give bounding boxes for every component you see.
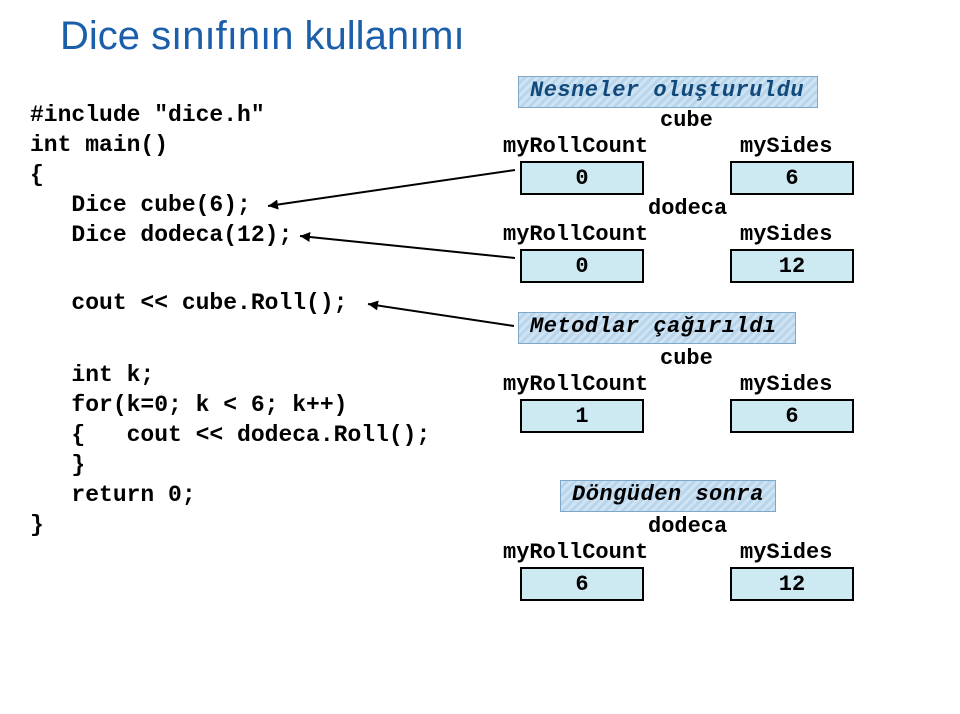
code-line-4: Dice cube(6);: [30, 192, 251, 218]
code-line-9: { cout << dodeca.Roll();: [30, 422, 430, 448]
code-line-3: {: [30, 162, 44, 188]
code-line-8: for(k=0; k < 6; k++): [30, 392, 347, 418]
dodeca1-rc-label: myRollCount: [503, 222, 648, 247]
cube2-rc-value: 1: [520, 399, 644, 433]
cube2-sd-value: 6: [730, 399, 854, 433]
created-label: Nesneler oluşturuldu: [530, 78, 804, 103]
dodeca1-rc-value: 0: [520, 249, 644, 283]
code-line-7: int k;: [30, 362, 154, 388]
code-line-5: Dice dodeca(12);: [30, 222, 292, 248]
code-line-2: int main(): [30, 132, 168, 158]
cube1-rc-value: 0: [520, 161, 644, 195]
dodeca2-rc-value: 6: [520, 567, 644, 601]
methods-label: Metodlar çağırıldı: [530, 314, 777, 339]
cube-label-1: cube: [660, 108, 713, 133]
cube1-sd-value: 6: [730, 161, 854, 195]
dodeca-label-2: dodeca: [648, 514, 727, 539]
code-line-10: }: [30, 452, 85, 478]
dodeca1-sd-label: mySides: [740, 222, 832, 247]
cube-label-2: cube: [660, 346, 713, 371]
code-line-11: return 0;: [30, 482, 196, 508]
cube2-sd-label: mySides: [740, 372, 832, 397]
cube1-sd-label: mySides: [740, 134, 832, 159]
diagram-stage: Dice sınıfının kullanımı #include "dice.…: [0, 0, 960, 714]
cube1-rc-label: myRollCount: [503, 134, 648, 159]
dodeca2-rc-label: myRollCount: [503, 540, 648, 565]
after-loop-label: Döngüden sonra: [572, 482, 764, 507]
dodeca2-sd-label: mySides: [740, 540, 832, 565]
dodeca2-sd-value: 12: [730, 567, 854, 601]
dodeca1-sd-value: 12: [730, 249, 854, 283]
code-line-12: }: [30, 512, 44, 538]
cube2-rc-label: myRollCount: [503, 372, 648, 397]
page-title: Dice sınıfının kullanımı: [60, 14, 465, 59]
dodeca-label-1: dodeca: [648, 196, 727, 221]
code-line-1: #include "dice.h": [30, 102, 265, 128]
code-line-6: cout << cube.Roll();: [30, 290, 347, 316]
